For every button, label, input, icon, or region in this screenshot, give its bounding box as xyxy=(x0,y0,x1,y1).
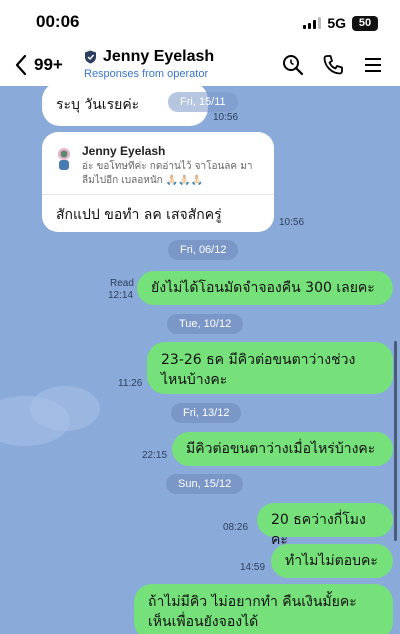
chat-title: Jenny Eyelash xyxy=(103,48,215,65)
status-bar: 00:06 5G 50 xyxy=(0,0,400,44)
network-label: 5G xyxy=(327,15,346,31)
status-time: 00:06 xyxy=(36,12,80,31)
message-time: 10:56 xyxy=(279,217,305,228)
date-divider: Fri, 13/12 xyxy=(171,403,242,423)
shield-icon xyxy=(85,50,96,64)
status-indicators: 5G 50 xyxy=(303,14,378,32)
outgoing-message[interactable]: 23-26 ธค มีคิวต่อขนตาว่างช่วงไหนบ้างคะ xyxy=(147,342,393,394)
quoted-text: อ่ะ ขอโทษทีค่ะ กดอ่านไว้ จาโอนลค มา ลืมไ… xyxy=(82,161,253,186)
chat-title-block[interactable]: Jenny Eyelash Responses from operator xyxy=(84,48,214,80)
message-time: 22:15 xyxy=(142,450,168,461)
message-text: สักแปป ขอทำ ลค เสจสักครู่ xyxy=(56,207,222,223)
quoted-sender: Jenny Eyelash xyxy=(82,144,166,158)
chat-header: 99+ Jenny Eyelash Responses from operato… xyxy=(0,44,400,86)
menu-icon[interactable] xyxy=(362,54,384,76)
background-cloud xyxy=(30,386,100,431)
message-text: 23-26 ธค มีคิวต่อขนตาว่างช่วงไหนบ้างคะ xyxy=(161,352,356,388)
message-text: มีคิวต่อขนตาว่างเมื่อไหร่บ้างคะ xyxy=(186,441,376,457)
message-time: 08:26 xyxy=(223,522,249,533)
phone-icon[interactable] xyxy=(322,54,344,76)
read-receipt: Read xyxy=(110,278,134,289)
search-icon[interactable] xyxy=(282,54,304,76)
message-text: ระบุ วันเรยค่ะ xyxy=(56,97,140,113)
chat-subtitle: Responses from operator xyxy=(84,68,209,80)
date-divider: Sun, 15/12 xyxy=(166,474,244,494)
battery-icon: 50 xyxy=(352,15,378,31)
reply-message[interactable]: Jenny Eyelash อ่ะ ขอโทษทีค่ะ กดอ่านไว้ จ… xyxy=(42,132,274,232)
message-text: ยังไม่ได้โอนมัดจำจองคืน 300 เลยคะ xyxy=(151,280,375,296)
outgoing-message[interactable]: มีคิวต่อขนตาว่างเมื่อไหร่บ้างคะ xyxy=(172,432,393,466)
message-time: 14:59 xyxy=(240,562,266,573)
message-time: 11:26 xyxy=(118,378,143,389)
date-divider: Fri, 06/12 xyxy=(168,240,239,260)
message-time: 12:14 xyxy=(108,290,134,301)
outgoing-message[interactable]: ถ้าไม่มีคิว ไม่อยากทำ คืนเงินมั้ยคะ เห็น… xyxy=(134,584,393,634)
message-text: 20 ธคว่างกี่โมงคะ xyxy=(271,512,366,548)
date-divider: Fri, 15/11 xyxy=(168,92,238,112)
divider xyxy=(42,194,274,195)
chat-area[interactable]: ระบุ วันเรยค่ะ Fri, 15/11 10:56 Jenny Ey… xyxy=(0,86,400,634)
outgoing-message[interactable]: ทำไมไม่ตอบคะ xyxy=(271,544,393,578)
outgoing-message[interactable]: ยังไม่ได้โอนมัดจำจองคืน 300 เลยคะ xyxy=(137,271,393,305)
scrollbar[interactable] xyxy=(394,341,397,541)
avatar xyxy=(58,148,70,170)
message-text: ถ้าไม่มีคิว ไม่อยากทำ คืนเงินมั้ยคะ เห็น… xyxy=(148,594,357,630)
outgoing-message[interactable]: 20 ธคว่างกี่โมงคะ xyxy=(257,503,393,548)
date-divider: Tue, 10/12 xyxy=(167,314,244,334)
signal-icon xyxy=(303,17,322,29)
message-time: 10:56 xyxy=(213,112,239,123)
message-text: ทำไมไม่ตอบคะ xyxy=(285,553,378,569)
back-button[interactable]: 99+ xyxy=(14,52,74,78)
chevron-left-icon xyxy=(15,54,27,76)
quoted-message[interactable]: Jenny Eyelash อ่ะ ขอโทษทีค่ะ กดอ่านไว้ จ… xyxy=(54,142,264,190)
unread-count: 99+ xyxy=(34,55,63,74)
